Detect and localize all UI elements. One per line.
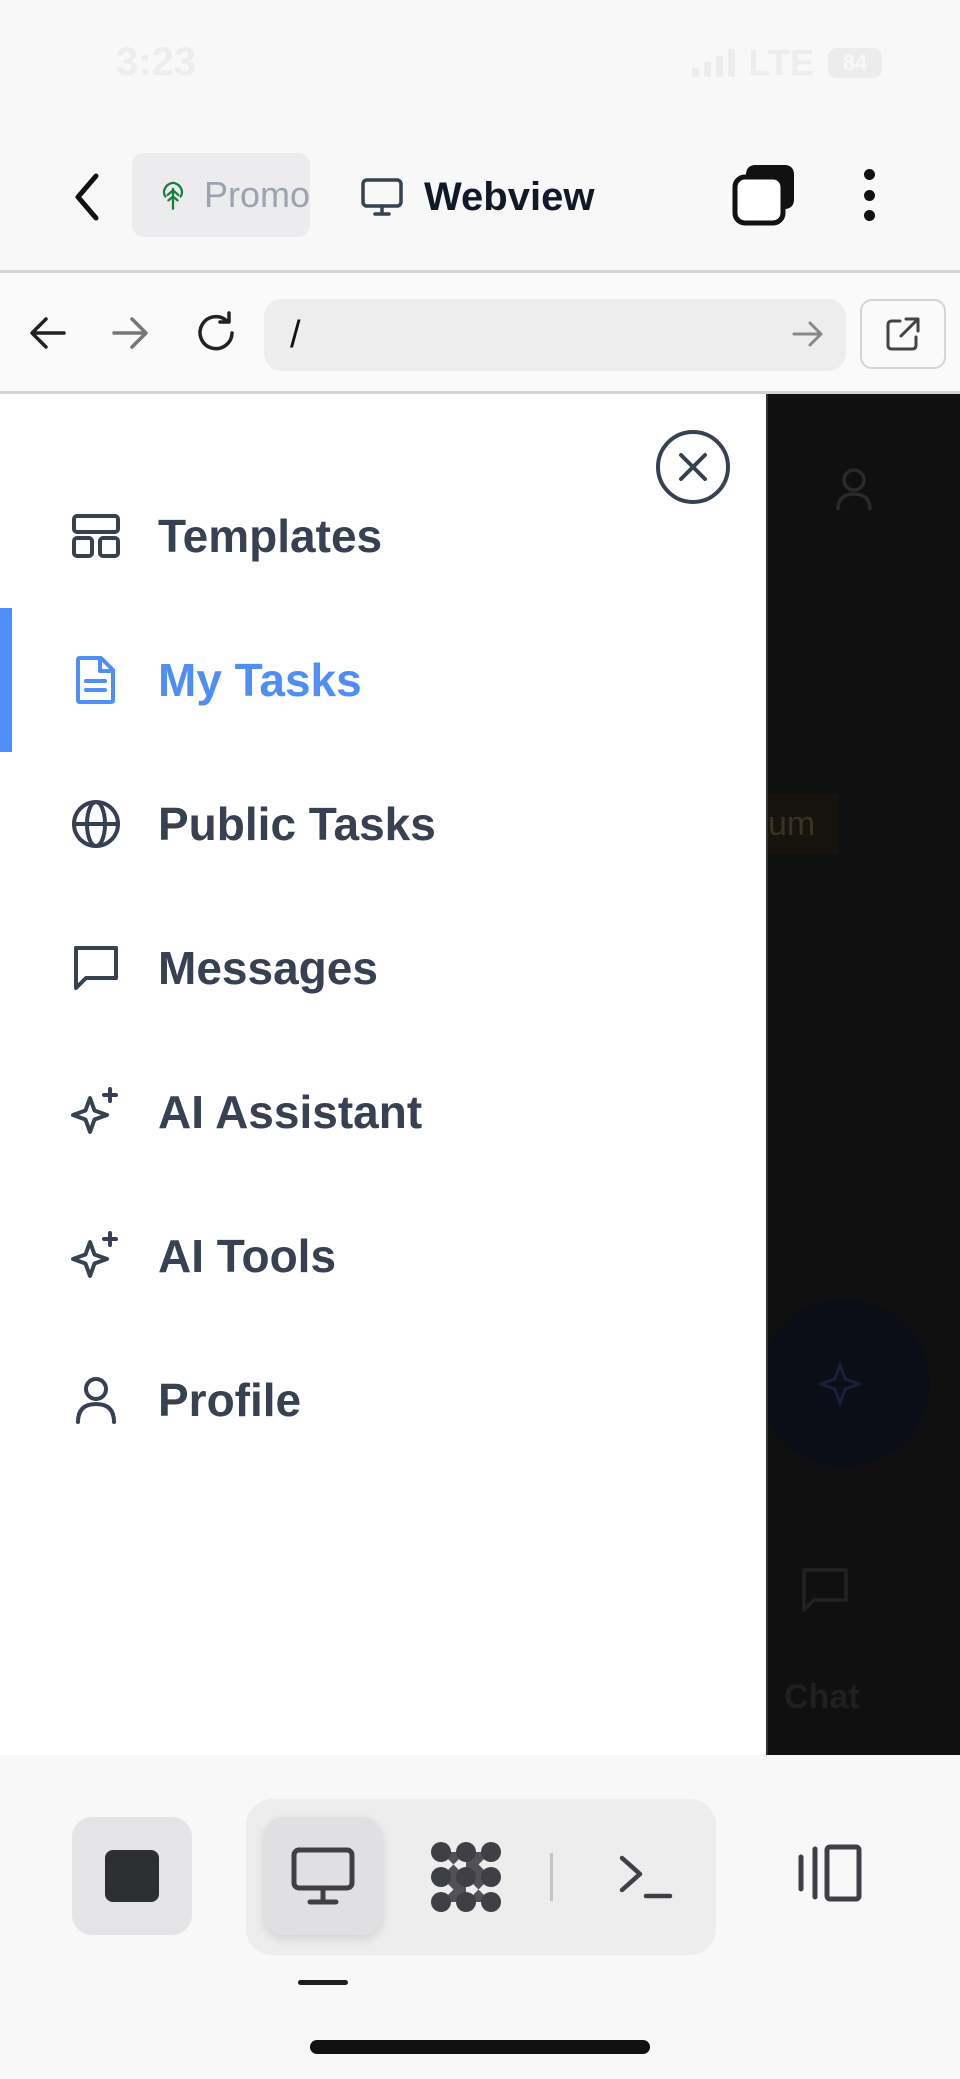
view-mode-switcher [246, 1799, 716, 1955]
nodes-icon [431, 1842, 501, 1912]
stop-button[interactable] [72, 1817, 192, 1935]
sparkles-icon [70, 1230, 122, 1282]
menu-item-ai-assistant[interactable]: AI Assistant [0, 1040, 768, 1184]
stop-icon [105, 1850, 159, 1902]
home-indicator[interactable] [310, 2040, 650, 2054]
terminal-mode-button[interactable] [596, 1827, 696, 1927]
tab-promo[interactable]: Promo [132, 153, 310, 237]
battery-level: 84 [842, 49, 868, 75]
browser-back-button[interactable] [22, 307, 74, 359]
external-link-icon [886, 317, 920, 351]
nodes-mode-button[interactable] [416, 1827, 516, 1927]
menu-item-label: My Tasks [158, 654, 362, 706]
screen: 3:23 LTE 84 Promo Webview / um Chat Temp… [0, 0, 960, 2079]
monitor-icon [361, 178, 403, 216]
tabs-switcher-button[interactable] [732, 163, 796, 227]
app-header: Promo Webview [0, 125, 960, 270]
browser-toolbar [0, 270, 960, 394]
menu-item-label: Public Tasks [158, 798, 436, 850]
tab-promo-label: Promo [203, 174, 310, 215]
ai-fab-button [768, 1300, 930, 1466]
kebab-dot [863, 189, 875, 201]
menu-item-ai-tools[interactable]: AI Tools [0, 1184, 768, 1328]
status-bar: 3:23 LTE 84 [0, 0, 960, 125]
open-external-button[interactable] [860, 299, 946, 369]
reload-icon [198, 311, 234, 351]
more-options-button[interactable] [852, 163, 886, 227]
back-button[interactable] [62, 167, 112, 227]
status-indicators: LTE 84 [691, 41, 882, 84]
sparkles-icon [70, 1086, 122, 1138]
premium-badge: um [768, 794, 838, 854]
battery-icon: 84 [828, 47, 882, 78]
arrow-right-icon [792, 321, 823, 347]
tab-webview-label: Webview [424, 174, 595, 219]
arrow-right-icon [112, 317, 148, 349]
status-time: 3:23 [116, 40, 197, 84]
menu-item-label: AI Assistant [158, 1086, 423, 1138]
document-icon [70, 654, 122, 706]
url-input[interactable] [264, 299, 846, 371]
signal-icon [691, 48, 735, 77]
menu-item-public-tasks[interactable]: Public Tasks [0, 752, 768, 896]
message-icon [802, 1568, 848, 1612]
drawer-menu: Templates My Tasks Public Tasks Messages… [0, 464, 768, 1472]
menu-item-label: Profile [158, 1374, 302, 1426]
kebab-dot [863, 169, 875, 180]
menu-item-my-tasks[interactable]: My Tasks [0, 608, 768, 752]
menu-item-label: Templates [158, 510, 383, 562]
message-icon [70, 942, 122, 994]
menu-item-messages[interactable]: Messages [0, 896, 768, 1040]
tab-webview[interactable]: Webview [360, 167, 594, 227]
terminal-icon [619, 1855, 673, 1899]
browser-forward-button[interactable] [104, 307, 156, 359]
drawer-backdrop[interactable]: um Chat [768, 394, 960, 1755]
menu-item-label: Messages [158, 942, 378, 994]
menu-item-templates[interactable]: Templates [0, 464, 768, 608]
chevron-left-icon [75, 173, 99, 221]
navigation-drawer: Templates My Tasks Public Tasks Messages… [0, 394, 768, 1755]
divider [550, 1853, 553, 1901]
monitor-icon [291, 1847, 355, 1905]
globe-icon [70, 798, 122, 850]
menu-item-label: AI Tools [158, 1230, 337, 1282]
bottom-toolbar [0, 1755, 960, 2079]
kebab-dot [863, 210, 875, 221]
desktop-mode-button[interactable] [264, 1817, 382, 1935]
network-label: LTE [748, 41, 814, 83]
sidebar-panel-icon [798, 1844, 862, 1902]
user-icon [836, 468, 872, 511]
sparkles-icon [818, 1360, 864, 1408]
split-panel-button[interactable] [784, 1813, 874, 1933]
chat-label: Chat [784, 1678, 860, 1716]
reload-button[interactable] [190, 307, 242, 359]
active-mode-indicator [298, 1980, 348, 1985]
copy-icon [732, 165, 794, 226]
tree-icon [162, 181, 184, 210]
user-icon [70, 1374, 122, 1426]
arrow-left-icon [30, 317, 66, 349]
url-go-button[interactable] [788, 314, 828, 354]
menu-item-profile[interactable]: Profile [0, 1328, 768, 1472]
layout-icon [70, 510, 122, 562]
